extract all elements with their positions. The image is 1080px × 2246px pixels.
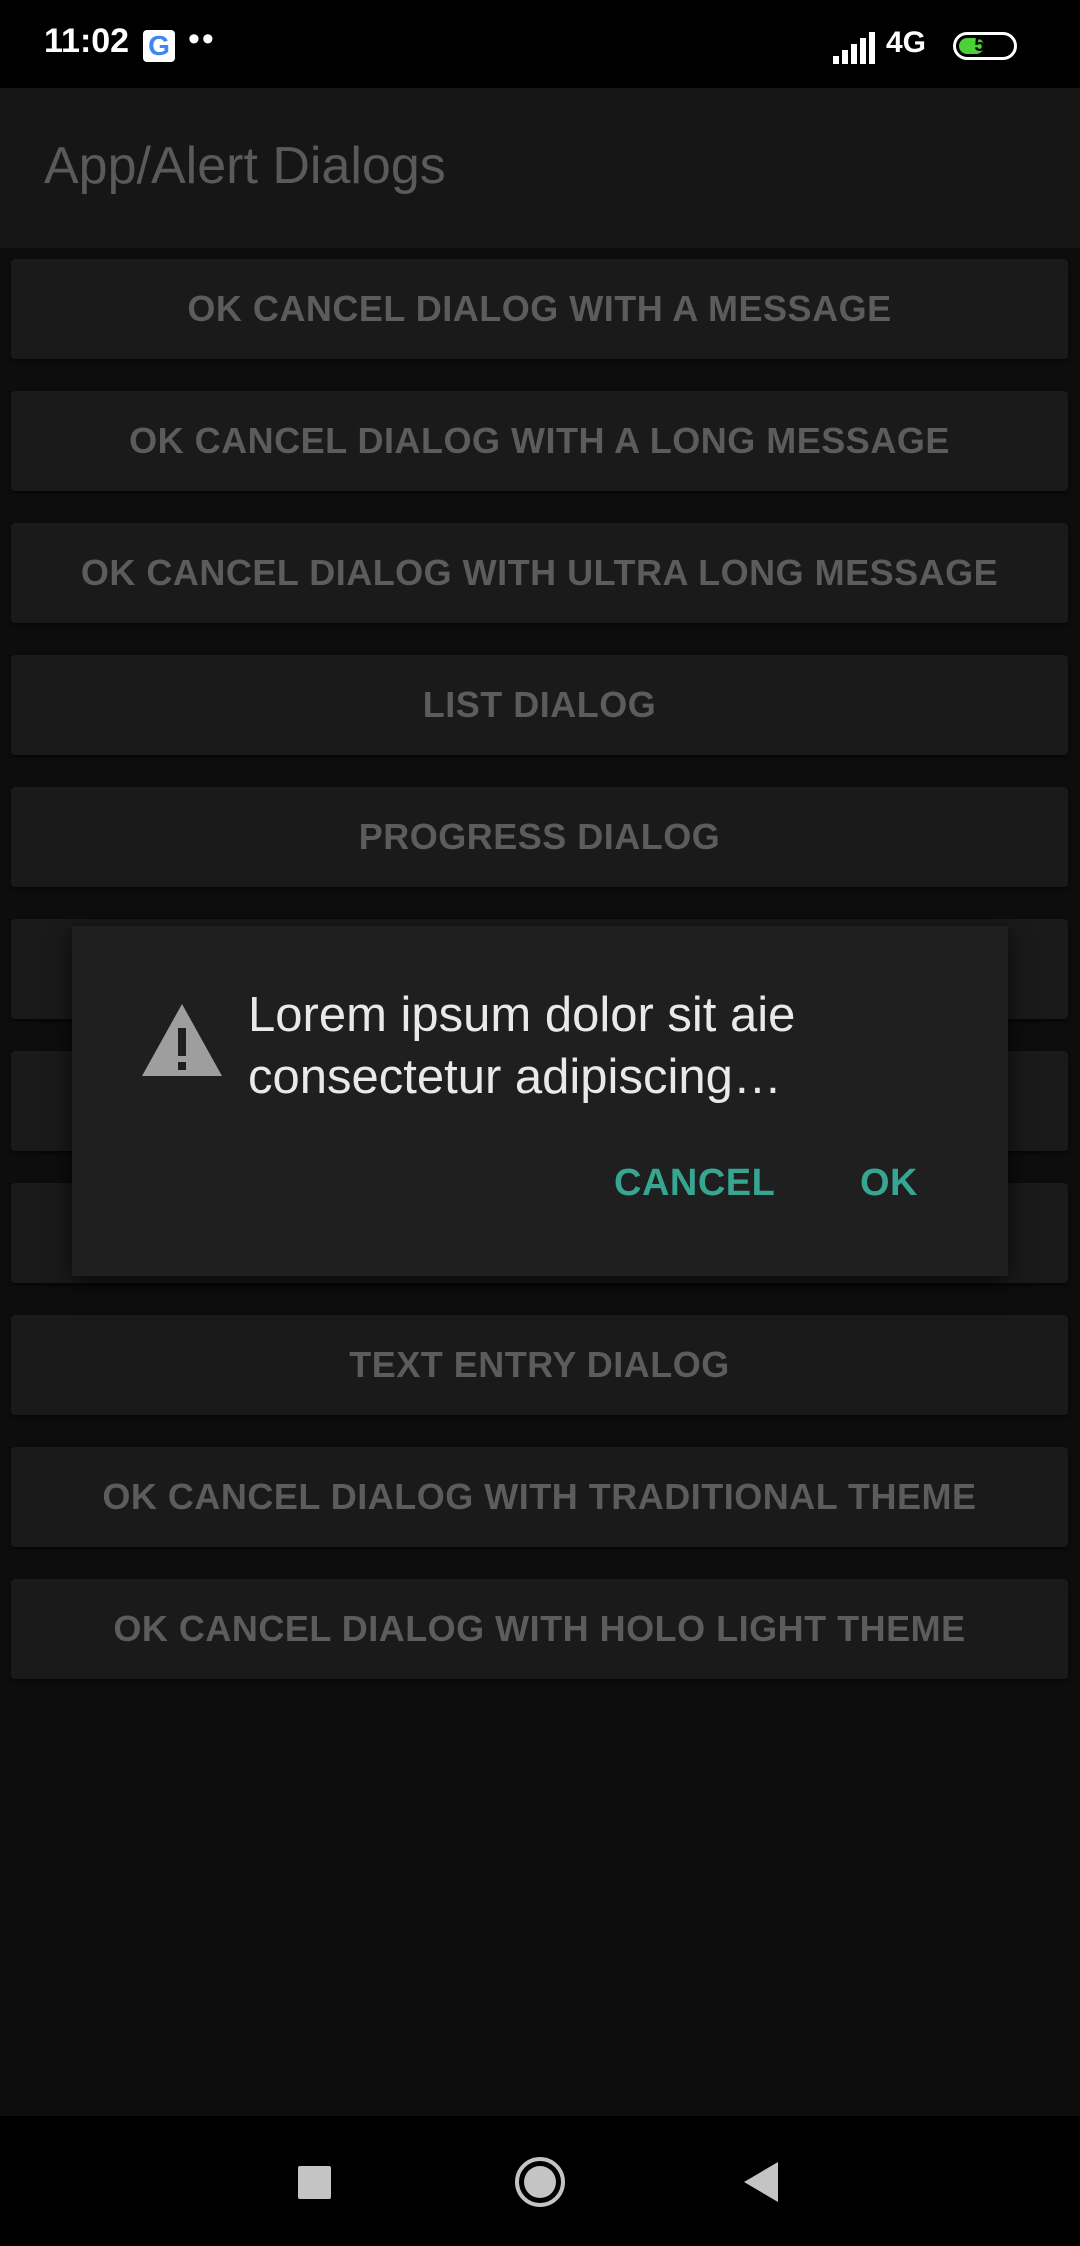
status-bar: 11:02 G •• 4G 53 [0, 0, 1080, 88]
warning-icon [142, 1004, 222, 1076]
text-entry-dialog-button[interactable]: TEXT ENTRY DIALOG [11, 1315, 1068, 1415]
alert-dialog: Lorem ipsum dolor sit aie consectetur ad… [72, 926, 1008, 1276]
cancel-button[interactable]: CANCEL [614, 1162, 775, 1205]
signal-icon [833, 32, 875, 64]
google-icon: G [143, 30, 175, 62]
ok-button[interactable]: OK [860, 1162, 918, 1205]
status-time: 11:02 [44, 22, 130, 60]
page-title: App/Alert Dialogs [44, 137, 446, 195]
holo-light-theme-dialog-button[interactable]: OK CANCEL DIALOG WITH HOLO LIGHT THEME [11, 1579, 1068, 1679]
back-triangle-icon[interactable] [744, 2162, 778, 2202]
home-circle-icon[interactable] [514, 2156, 566, 2208]
progress-dialog-button[interactable]: PROGRESS DIALOG [11, 787, 1068, 887]
traditional-theme-dialog-button[interactable]: OK CANCEL DIALOG WITH TRADITIONAL THEME [11, 1447, 1068, 1547]
network-type: 4G [886, 26, 927, 59]
screen: 11:02 G •• 4G 53 App/Alert Dialogs OK CA… [0, 0, 1080, 2246]
more-notifications-icon: •• [188, 20, 216, 58]
battery-level: 53 [974, 35, 996, 56]
battery-icon: 53 [953, 32, 1017, 60]
ok-cancel-ultra-long-message-button[interactable]: OK CANCEL DIALOG WITH ULTRA LONG MESSAGE [11, 523, 1068, 623]
recents-square-icon[interactable] [298, 2166, 331, 2199]
ok-cancel-message-button[interactable]: OK CANCEL DIALOG WITH A MESSAGE [11, 259, 1068, 359]
list-dialog-button[interactable]: LIST DIALOG [11, 655, 1068, 755]
dialog-message: Lorem ipsum dolor sit aie consectetur ad… [248, 988, 796, 1104]
navigation-bar [0, 2116, 1080, 2246]
ok-cancel-long-message-button[interactable]: OK CANCEL DIALOG WITH A LONG MESSAGE [11, 391, 1068, 491]
app-bar: App/Alert Dialogs [0, 88, 1080, 248]
